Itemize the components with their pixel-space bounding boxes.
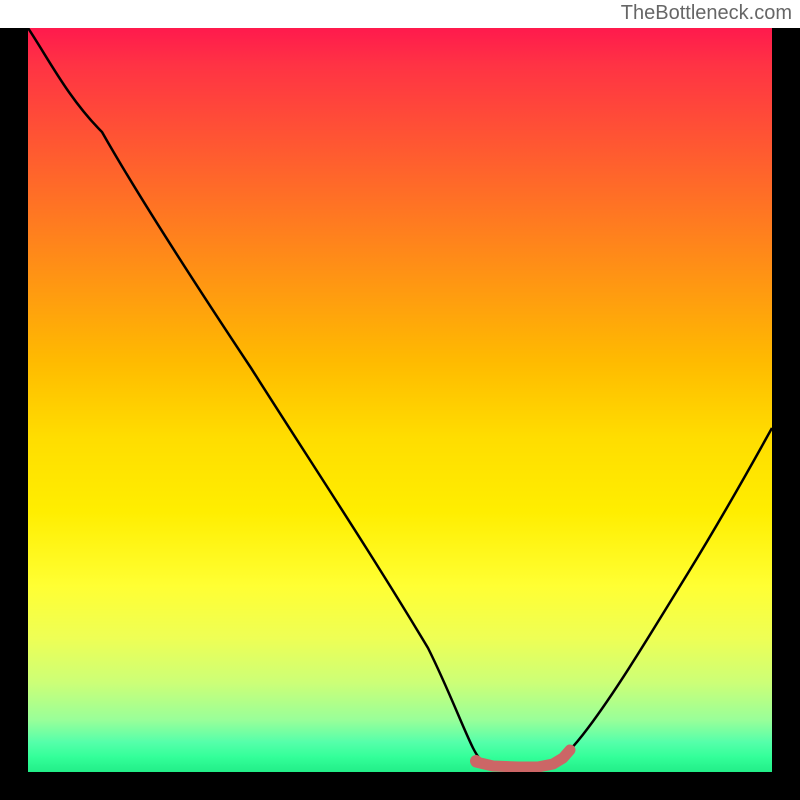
curve-svg: [28, 28, 772, 772]
attribution-text: TheBottleneck.com: [621, 2, 792, 25]
plot-area: [28, 28, 772, 772]
chart-container: TheBottleneck.com: [0, 0, 800, 800]
bottleneck-curve-line: [28, 28, 772, 768]
chart-frame: [0, 28, 800, 800]
optimal-range-line: [476, 750, 570, 767]
